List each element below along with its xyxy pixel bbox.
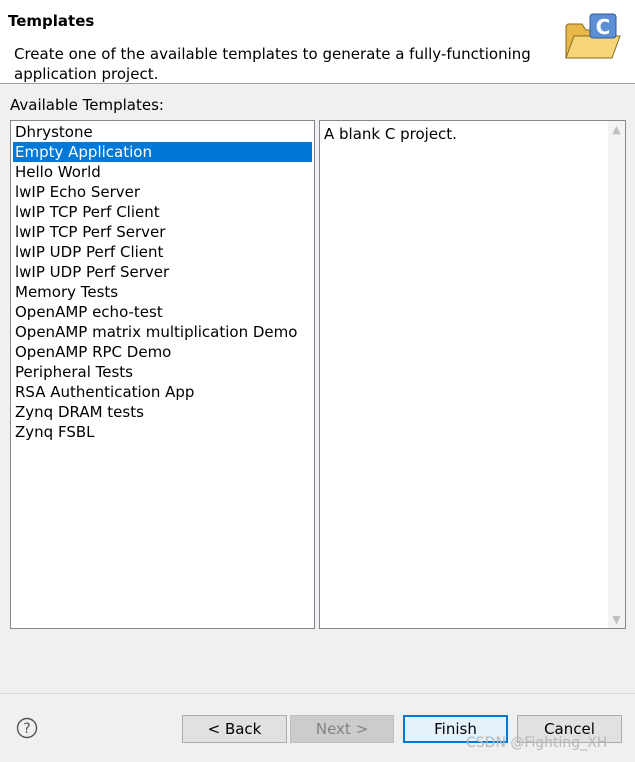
template-item[interactable]: Empty Application — [13, 142, 312, 162]
wizard-banner: Templates Create one of the available te… — [0, 0, 635, 83]
template-list[interactable]: Dhrystone Empty Application Hello World lwI… — [10, 120, 315, 629]
template-item[interactable]: lwIP UDP Perf Client — [13, 242, 312, 262]
template-item[interactable]: Hello World — [13, 162, 312, 182]
template-item[interactable]: Peripheral Tests — [13, 362, 312, 382]
watermark: CSDN @Fighting_XH — [466, 735, 608, 751]
template-item[interactable]: OpenAMP RPC Demo — [13, 342, 312, 362]
scroll-up-icon[interactable]: ▲ — [608, 121, 625, 138]
template-description-box: A blank C project. ▲ ▼ — [319, 120, 626, 629]
template-item[interactable]: Dhrystone — [13, 122, 312, 142]
template-item[interactable]: RSA Authentication App — [13, 382, 312, 402]
button-bar-divider — [0, 693, 635, 694]
template-description-text: A blank C project. — [324, 125, 457, 143]
template-item[interactable]: lwIP TCP Perf Server — [13, 222, 312, 242]
c-project-folder-icon: C — [562, 12, 626, 62]
template-item[interactable]: Zynq DRAM tests — [13, 402, 312, 422]
template-item[interactable]: Zynq FSBL — [13, 422, 312, 442]
template-item[interactable]: lwIP Echo Server — [13, 182, 312, 202]
page-title: Templates — [8, 12, 95, 30]
template-item[interactable]: OpenAMP echo-test — [13, 302, 312, 322]
template-item[interactable]: Memory Tests — [13, 282, 312, 302]
template-item[interactable]: OpenAMP matrix multiplication Demo — [13, 322, 312, 342]
page-description: Create one of the available templates to… — [14, 45, 531, 83]
banner-divider — [0, 83, 635, 84]
available-templates-label: Available Templates: — [10, 96, 164, 114]
svg-text:C: C — [596, 15, 611, 39]
help-icon[interactable]: ? — [16, 717, 38, 739]
template-item[interactable]: lwIP UDP Perf Server — [13, 262, 312, 282]
next-button[interactable]: Next > — [290, 715, 394, 743]
scroll-down-icon[interactable]: ▼ — [608, 611, 625, 628]
svg-text:?: ? — [23, 721, 30, 737]
template-item[interactable]: lwIP TCP Perf Client — [13, 202, 312, 222]
back-button[interactable]: < Back — [182, 715, 287, 743]
description-scrollbar[interactable]: ▲ ▼ — [608, 121, 625, 628]
